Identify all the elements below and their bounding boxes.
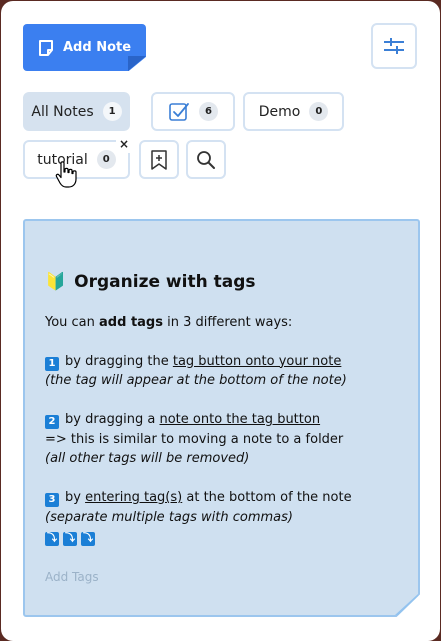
down-arrows: ⤵ ⤵ ⤵: [45, 527, 402, 547]
tab-todo[interactable]: 6: [151, 92, 235, 131]
note-title: 🔰 Organize with tags: [45, 272, 402, 293]
remove-tag-button[interactable]: ×: [116, 137, 132, 153]
number-1-icon: 1: [45, 356, 59, 371]
way-2-note: (all other tags will be removed): [45, 451, 250, 466]
add-note-fold: [128, 56, 146, 71]
filter-settings-button[interactable]: [371, 23, 417, 69]
tab-count-badge: 1: [102, 102, 122, 121]
tab-label: Demo: [258, 103, 301, 120]
note-card[interactable]: 🔰 Organize with tags You can add tags in…: [23, 219, 420, 617]
way-3-note: (separate multiple tags with commas): [45, 509, 293, 525]
note-body[interactable]: 🔰 Organize with tags You can add tags in…: [45, 272, 402, 547]
tab-count-badge: 0: [96, 150, 116, 169]
add-tag-button[interactable]: [139, 140, 179, 179]
add-note-label: Add Note: [63, 40, 132, 55]
way-1: 1 by dragging the tag button onto your no…: [45, 352, 402, 372]
checkbox-icon: [169, 102, 189, 121]
way-2-line2: => this is similar to moving a note to a…: [45, 431, 344, 447]
number-2-icon: 2: [45, 415, 59, 429]
arrow-down-icon: ⤵: [81, 532, 95, 546]
arrow-down-icon: ⤵: [63, 532, 77, 546]
beginner-badge-icon: 🔰: [45, 272, 67, 292]
arrow-down-icon: ⤵: [45, 532, 59, 546]
add-tags-input[interactable]: Add Tags: [45, 570, 99, 584]
search-icon: [197, 150, 215, 169]
tab-demo[interactable]: Demo 0: [243, 92, 344, 131]
add-note-button[interactable]: Add Note: [23, 24, 146, 71]
way-1-note: (the tag will appear at the bottom of th…: [45, 373, 347, 388]
bookmark-plus-icon: [151, 149, 167, 170]
tab-all-notes[interactable]: All Notes 1: [23, 92, 130, 131]
hand-cursor-icon: [55, 161, 77, 188]
tab-count-badge: 0: [309, 102, 329, 121]
sliders-icon: [384, 38, 404, 54]
note-title-text: Organize with tags: [74, 272, 256, 292]
search-button[interactable]: [186, 140, 226, 179]
note-fold-corner: [395, 594, 418, 615]
way-2: 2 by dragging a note onto the tag button: [45, 410, 402, 430]
note-icon: [39, 39, 53, 56]
note-intro: You can add tags in 3 different ways:: [45, 314, 293, 330]
number-3-icon: 3: [45, 493, 59, 507]
tab-label: All Notes: [31, 103, 94, 120]
tab-count-badge: 6: [199, 102, 218, 121]
notes-panel: Add Note All Notes 1 6 Demo 0 tutorial 0…: [1, 1, 440, 641]
way-3: 3 by entering tag(s) at the bottom of the…: [45, 488, 402, 508]
